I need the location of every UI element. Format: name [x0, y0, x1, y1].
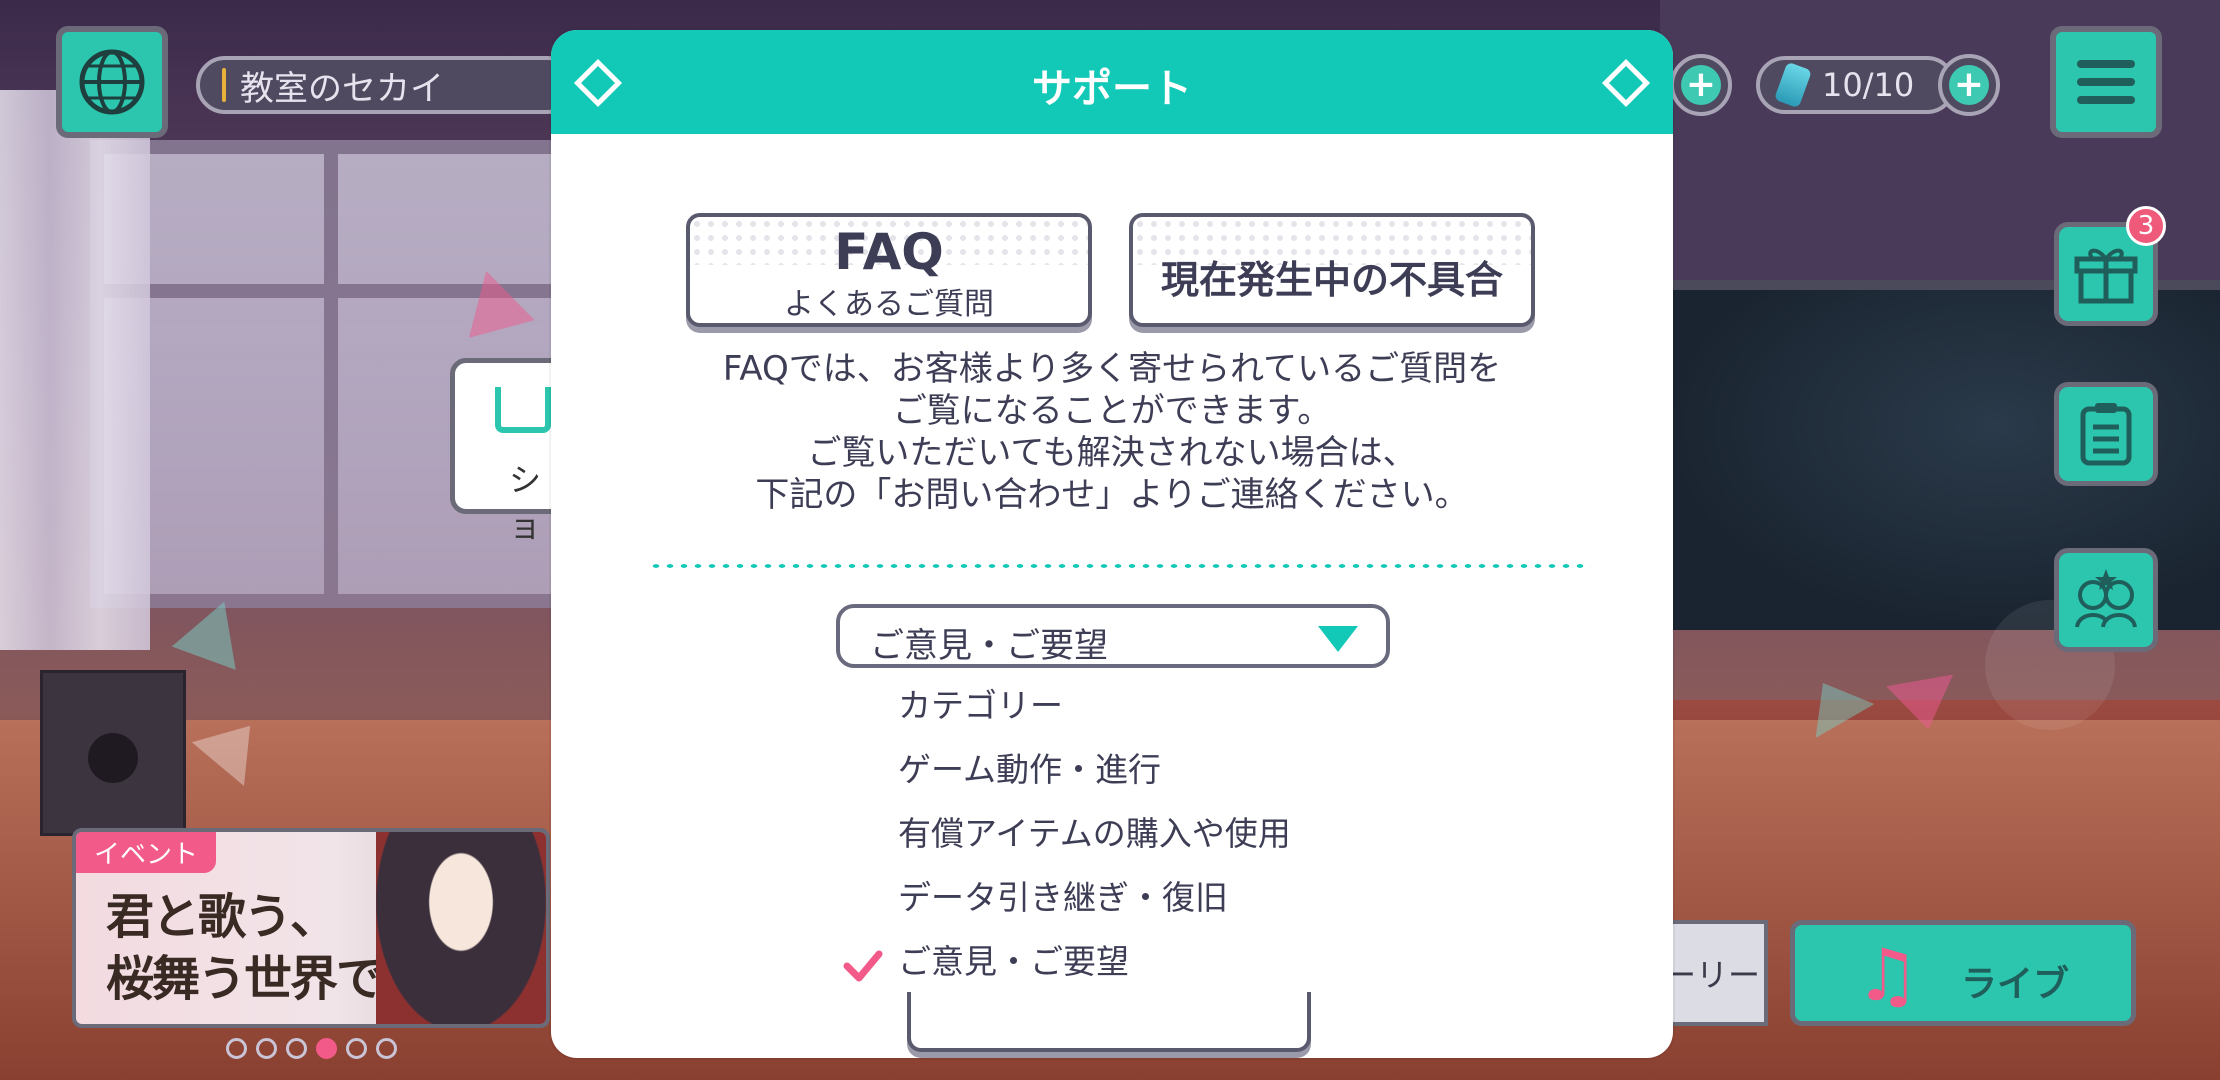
background-curtain [0, 90, 150, 650]
dropdown-caret-icon [1318, 626, 1358, 652]
category-option-paid-items[interactable]: 有償アイテムの購入や使用 [898, 807, 1291, 855]
music-note-icon: ♫ [1855, 933, 1920, 1017]
live-label: ライブ [1961, 964, 2070, 1005]
world-button[interactable] [56, 26, 168, 138]
event-title-line1: 君と歌う、 [106, 889, 338, 945]
story-label: ーリー [1664, 956, 1761, 994]
category-option-data-transfer[interactable]: データ引き継ぎ・復旧 [898, 871, 1228, 919]
plus-icon: + [1949, 65, 1989, 105]
description-line: 下記の「お問い合わせ」よりご連絡ください。 [755, 475, 1469, 515]
menu-button[interactable] [2050, 26, 2162, 138]
plus-icon: + [1681, 65, 1721, 105]
dialog-header: サポート [551, 30, 1673, 134]
page-dot[interactable] [226, 1038, 247, 1059]
location-display: 教室のセカイ [196, 56, 576, 114]
gift-count-badge: 3 [2126, 206, 2166, 246]
faq-button[interactable]: FAQ よくあるご質問 [686, 213, 1092, 327]
add-stamina-button[interactable]: + [1938, 54, 2000, 116]
dotted-divider [649, 562, 1591, 570]
clipboard-icon [2080, 403, 2132, 466]
stamina-value: 10/10 [1822, 66, 1915, 104]
location-name: 教室のセカイ [240, 68, 444, 109]
stamina-display: 10/10 [1756, 56, 1956, 114]
cart-icon [495, 387, 551, 433]
description-line: ご覧いただいても解決されない場合は、 [807, 433, 1417, 473]
page-dot[interactable] [376, 1038, 397, 1059]
event-banner[interactable]: イベント 君と歌う、 桜舞う世界で [72, 828, 550, 1028]
energy-bottle-icon [1773, 61, 1813, 109]
support-description: FAQでは、お客様より多く寄せられているご質問を ご覧になることができます。 ご… [551, 348, 1673, 516]
live-button[interactable]: ♫ ライブ [1790, 920, 2136, 1026]
known-issues-button[interactable]: 現在発生中の不具合 [1129, 213, 1535, 327]
page-dot[interactable] [316, 1038, 337, 1059]
category-option-game[interactable]: ゲーム動作・進行 [898, 743, 1161, 791]
pencil-icon [222, 68, 226, 102]
event-title-line2: 桜舞う世界で [106, 951, 384, 1007]
add-currency-button[interactable]: + [1670, 54, 1732, 116]
support-dialog: サポート FAQ よくあるご質問 現在発生中の不具合 FAQでは、お客様より多く… [551, 30, 1673, 1058]
dialog-title: サポート [1032, 66, 1192, 112]
page-dot[interactable] [346, 1038, 367, 1059]
category-select-value: ご意見・ご要望 [870, 626, 1108, 666]
category-select[interactable]: ご意見・ご要望 [836, 604, 1390, 668]
menu-icon [2077, 60, 2135, 68]
event-tag: イベント [76, 832, 217, 873]
category-option-header: カテゴリー [898, 686, 1063, 725]
page-dot[interactable] [256, 1038, 277, 1059]
page-dot[interactable] [286, 1038, 307, 1059]
background-speaker [40, 670, 186, 836]
contact-button[interactable] [907, 992, 1311, 1052]
checkmark-icon [843, 950, 883, 982]
known-issues-label: 現在発生中の不具合 [1160, 258, 1503, 302]
event-title: 君と歌う、 桜舞う世界で [106, 886, 384, 1010]
description-line: FAQでは、お客様より多く寄せられているご質問を [722, 349, 1502, 389]
story-button[interactable]: ーリー [1660, 920, 1768, 1026]
gift-icon [2074, 248, 2138, 304]
globe-icon [79, 49, 145, 115]
category-option-feedback[interactable]: ご意見・ご要望 [898, 935, 1129, 983]
missions-button[interactable] [2054, 382, 2158, 486]
friends-icon [2075, 569, 2137, 628]
banner-page-indicator [226, 1038, 397, 1059]
faq-sublabel: よくあるご質問 [784, 287, 994, 322]
event-character-art [376, 832, 546, 1024]
description-line: ご覧になることができます。 [892, 391, 1332, 431]
faq-label: FAQ [834, 223, 944, 281]
friends-button[interactable] [2054, 548, 2158, 652]
